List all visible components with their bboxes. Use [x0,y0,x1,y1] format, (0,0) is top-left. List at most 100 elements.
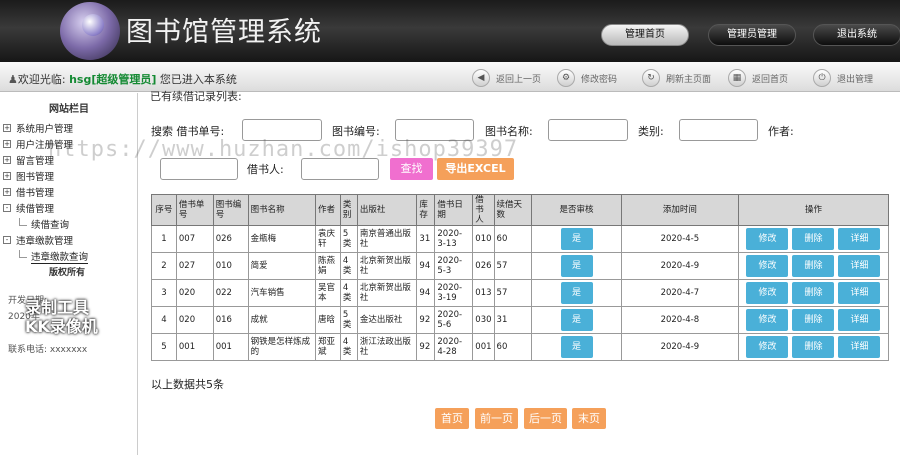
watermark: https://www.huzhan.com/ishop39397 [48,137,519,162]
table-cell: 4类 [339,252,358,280]
book-name-input[interactable] [548,119,628,141]
home-icon: ▦ [728,69,746,87]
expand-icon[interactable]: + [3,188,11,196]
detail-button[interactable]: 详细 [838,255,881,277]
table-cell: 92 [416,306,436,334]
first-page-button[interactable]: 首页 [435,408,469,429]
table-cell: 2020-4-9 [620,252,739,280]
approved-button[interactable]: 是 [560,309,593,331]
app-root: 图书馆管理系统 管理首页 管理员管理 退出系统 ♟欢迎光临: hsg[超级管理员… [0,0,900,455]
approved-button[interactable]: 是 [560,255,593,277]
actions-cell: 修改 删除 详细 [737,252,890,280]
nav-exit-button[interactable]: 退出系统 [813,24,900,46]
table-cell: 020 [175,279,214,307]
logo-icon [60,2,120,60]
table-cell: 成就 [247,306,317,334]
current-user: hsg[超级管理员] [69,73,157,86]
category-label: 类别: [638,125,664,138]
copyright: 版权所有 [49,268,86,278]
delete-button[interactable]: 删除 [792,282,835,304]
delete-button[interactable]: 删除 [792,309,835,331]
table-cell: 001 [175,333,214,361]
table-cell: 3 [151,279,177,307]
sidebar-item-fines[interactable]: - 违章缴款管理 [3,232,88,248]
last-page-button[interactable]: 末页 [572,408,606,429]
delete-button[interactable]: 删除 [792,228,835,250]
table-cell: 60 [493,225,533,253]
edit-button[interactable]: 修改 [746,228,789,250]
expand-icon[interactable]: + [3,124,11,132]
edit-button[interactable]: 修改 [746,282,789,304]
table-cell: 020 [175,306,214,334]
category-input[interactable] [679,119,758,141]
back-button[interactable]: ◀ 返回上一页 [472,69,541,87]
logout-button[interactable]: ⏻ 退出管理 [813,69,873,87]
author-label: 作者: [768,125,794,138]
sidebar-item-fines-query[interactable]: 违章缴款查询 [3,248,89,264]
nav-admin-manage-button[interactable]: 管理员管理 [708,24,796,46]
edit-button[interactable]: 修改 [746,309,789,331]
sidebar-item-books[interactable]: + 图书管理 [3,168,88,184]
expand-icon[interactable]: + [3,156,11,164]
table-cell: 57 [493,252,533,280]
detail-button[interactable]: 详细 [838,228,881,250]
table-cell: 袁庆轩 [315,225,341,253]
change-password-button[interactable]: ⚙ 修改密码 [557,69,617,87]
sidebar-item-borrow[interactable]: + 借书管理 [3,184,88,200]
table-cell: 是 [531,225,622,253]
expand-icon[interactable]: + [3,172,11,180]
home-button[interactable]: ▦ 返回首页 [728,69,788,87]
table-cell: 汽车销售 [247,279,317,307]
table-cell: 是 [531,306,622,334]
table-cell: 92 [416,333,436,361]
expand-icon[interactable]: + [3,140,11,148]
table-cell: 94 [416,279,436,307]
table-row: 5 001 001 钢铁是怎样炼成的 郑亚斌 4类 浙江法政出版社 92 2020-4-28 00… [151,333,890,361]
table-cell: 001 [472,333,495,361]
refresh-icon: ↻ [642,69,660,87]
nav-admin-home-button[interactable]: 管理首页 [601,24,689,46]
table-cell: 2020-3-19 [434,279,474,307]
table-cell: 007 [175,225,214,253]
collapse-icon[interactable]: - [3,204,11,212]
refresh-button[interactable]: ↻ 刷新主页面 [642,69,711,87]
sidebar-item-renew-query[interactable]: 续借查询 [3,216,88,232]
top-header: 图书馆管理系统 管理首页 管理员管理 退出系统 [0,0,900,62]
sidebar-title: 网站栏目 [49,104,89,115]
table-cell: 94 [416,252,436,280]
table-cell: 吴官本 [315,279,341,307]
detail-button[interactable]: 详细 [838,282,881,304]
table-cell: 1 [151,225,177,253]
table-cell: 金达出版社 [356,306,418,334]
system-title: 图书馆管理系统 [126,17,322,48]
sidebar-item-system-users[interactable]: + 系统用户管理 [3,120,88,136]
total-count: 以上数据共5条 [151,378,224,391]
prev-page-button[interactable]: 前一页 [475,408,518,429]
table-cell: 31 [493,306,533,334]
table-cell: 2020-4-7 [620,279,739,307]
table-cell: 4类 [339,333,358,361]
delete-button[interactable]: 删除 [792,336,835,358]
table-cell: 北京新贺出版社 [356,279,418,307]
list-title: 已有续借记录列表: [150,90,242,103]
actions-cell: 修改 删除 详细 [737,306,890,334]
table-cell: 027 [175,252,214,280]
sidebar-item-renew[interactable]: - 续借管理 [3,200,88,216]
table-cell: 是 [531,279,622,307]
table-row: 2 027 010 简爱 陈燕娟 4类 北京新贺出版社 94 2020-5-3 026 57 是 202… [151,252,890,280]
edit-button[interactable]: 修改 [746,336,789,358]
table-cell: 2020-5-3 [434,252,474,280]
collapse-icon[interactable]: - [3,236,11,244]
detail-button[interactable]: 详细 [838,309,881,331]
edit-button[interactable]: 修改 [746,255,789,277]
table-row: 3 020 022 汽车销售 吴官本 4类 北京新贺出版社 94 2020-3-19 013 57 是… [151,279,890,307]
delete-button[interactable]: 删除 [792,255,835,277]
approved-button[interactable]: 是 [560,228,593,250]
next-page-button[interactable]: 后一页 [524,408,567,429]
approved-button[interactable]: 是 [560,336,593,358]
approved-button[interactable]: 是 [560,282,593,304]
actions-cell: 修改 删除 详细 [737,333,890,361]
detail-button[interactable]: 详细 [838,336,881,358]
gear-icon: ⚙ [557,69,575,87]
table-header-row: 序号 借书单号 图书编号 图书名称 作者 类别 出版社 库存 借书日期 借书人 … [151,194,890,226]
